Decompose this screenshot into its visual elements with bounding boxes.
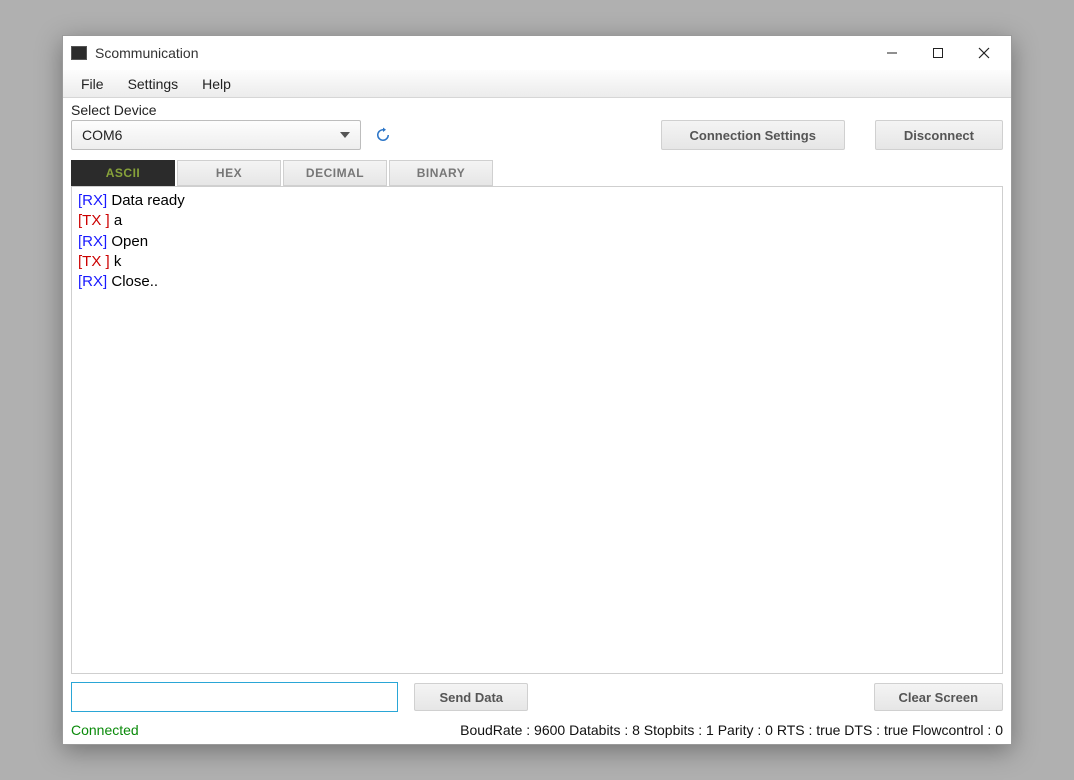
tab-ascii[interactable]: ASCII: [71, 160, 175, 186]
device-selected-value: COM6: [82, 127, 122, 143]
menu-help[interactable]: Help: [192, 72, 241, 96]
rx-prefix: [RX]: [78, 192, 107, 209]
app-window: Scommunication File Settings Help Select…: [62, 35, 1012, 745]
log-message: Close..: [107, 273, 158, 290]
log-line: [TX ] k: [78, 252, 996, 272]
maximize-button[interactable]: [915, 38, 961, 68]
menubar: File Settings Help: [63, 70, 1011, 98]
device-combobox[interactable]: COM6: [71, 120, 361, 150]
menu-file[interactable]: File: [71, 72, 114, 96]
log-line: [RX] Data ready: [78, 191, 996, 211]
refresh-icon: [374, 126, 392, 144]
connection-settings-button[interactable]: Connection Settings: [661, 120, 845, 150]
log-message: Data ready: [107, 192, 185, 209]
menu-settings[interactable]: Settings: [118, 72, 189, 96]
device-row: COM6 Connection Settings Disconnect: [71, 120, 1003, 150]
statusbar: Connected BoudRate : 9600 Databits : 8 S…: [63, 720, 1011, 744]
chevron-down-icon: [340, 132, 350, 138]
refresh-button[interactable]: [371, 123, 395, 147]
rx-prefix: [RX]: [78, 273, 107, 290]
tab-decimal[interactable]: DECIMAL: [283, 160, 387, 186]
send-data-button[interactable]: Send Data: [414, 683, 528, 711]
tx-prefix: [TX ]: [78, 212, 110, 229]
port-info: BoudRate : 9600 Databits : 8 Stopbits : …: [460, 722, 1003, 738]
clear-screen-button[interactable]: Clear Screen: [874, 683, 1004, 711]
minimize-button[interactable]: [869, 38, 915, 68]
log-message: a: [110, 212, 123, 229]
log-line: [TX ] a: [78, 211, 996, 231]
app-icon: [71, 46, 87, 60]
close-button[interactable]: [961, 38, 1007, 68]
window-controls: [869, 38, 1007, 68]
select-device-label: Select Device: [71, 102, 1003, 118]
tab-binary[interactable]: BINARY: [389, 160, 493, 186]
log-line: [RX] Close..: [78, 272, 996, 292]
window-title: Scommunication: [95, 45, 869, 61]
tab-hex[interactable]: HEX: [177, 160, 281, 186]
log-line: [RX] Open: [78, 232, 996, 252]
terminal-output[interactable]: [RX] Data ready[TX ] a[RX] Open[TX ] k[R…: [71, 186, 1003, 674]
connection-status: Connected: [71, 722, 139, 738]
titlebar: Scommunication: [63, 36, 1011, 70]
log-message: Open: [107, 233, 148, 250]
tx-prefix: [TX ]: [78, 253, 110, 270]
toolbar: Select Device COM6 Connection Settings D…: [63, 98, 1011, 150]
rx-prefix: [RX]: [78, 233, 107, 250]
format-tabs: ASCII HEX DECIMAL BINARY: [71, 160, 1003, 186]
log-message: k: [110, 253, 122, 270]
send-input[interactable]: [71, 682, 398, 712]
disconnect-button[interactable]: Disconnect: [875, 120, 1003, 150]
input-row: Send Data Clear Screen: [63, 674, 1011, 720]
